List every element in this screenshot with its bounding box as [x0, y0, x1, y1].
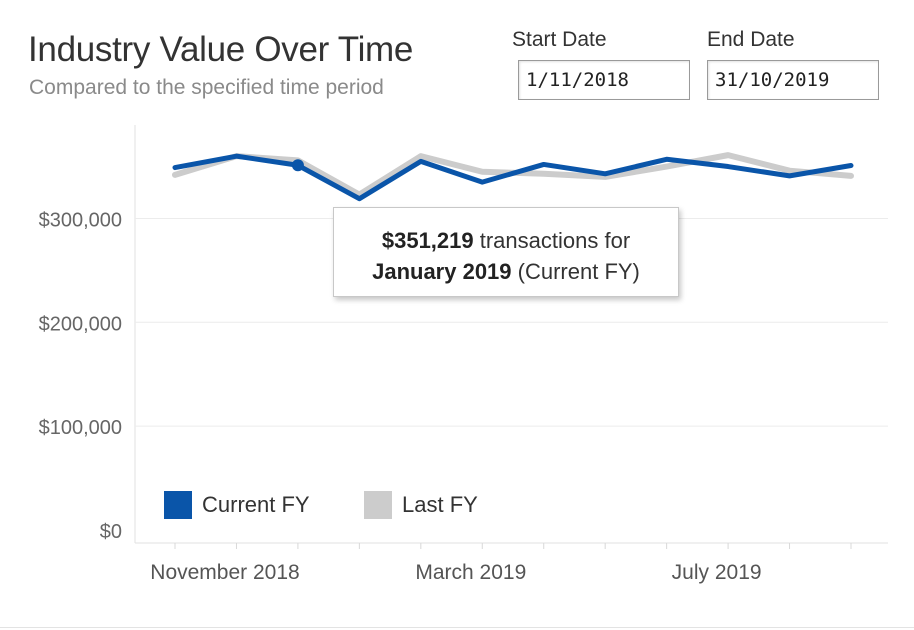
tooltip-period: January 2019 — [372, 259, 512, 284]
tooltip-value: $351,219 — [381, 228, 474, 253]
legend-item-last-fy[interactable]: Last FY — [364, 491, 478, 519]
y-tick-label: $0 — [100, 521, 122, 543]
bottom-divider — [0, 627, 914, 628]
tooltip-text-2: (Current FY) — [511, 259, 640, 284]
tooltip-text-1: transactions for — [473, 228, 631, 253]
x-tick-label: March 2019 — [415, 561, 526, 584]
x-tick-label: July 2019 — [672, 561, 762, 584]
tooltip-line-1: $351,219 transactions for — [334, 225, 678, 256]
y-tick-label: $200,000 — [39, 313, 122, 335]
legend-item-current-fy[interactable]: Current FY — [164, 491, 310, 519]
legend-label-current-fy: Current FY — [202, 492, 310, 517]
legend-label-last-fy: Last FY — [402, 492, 478, 517]
y-tick-label: $100,000 — [39, 417, 122, 439]
y-tick-label: $300,000 — [39, 209, 122, 231]
chart-tooltip: $351,219 transactions for January 2019 (… — [333, 207, 679, 297]
tooltip-line-2: January 2019 (Current FY) — [334, 256, 678, 287]
legend-swatch-current-fy — [164, 491, 192, 519]
legend-swatch-last-fy — [364, 491, 392, 519]
highlight-point — [291, 159, 304, 172]
x-tick-label: November 2018 — [150, 561, 299, 584]
line-chart: $0 $100,000 $200,000 $300,000 November 2018 M… — [39, 125, 888, 584]
